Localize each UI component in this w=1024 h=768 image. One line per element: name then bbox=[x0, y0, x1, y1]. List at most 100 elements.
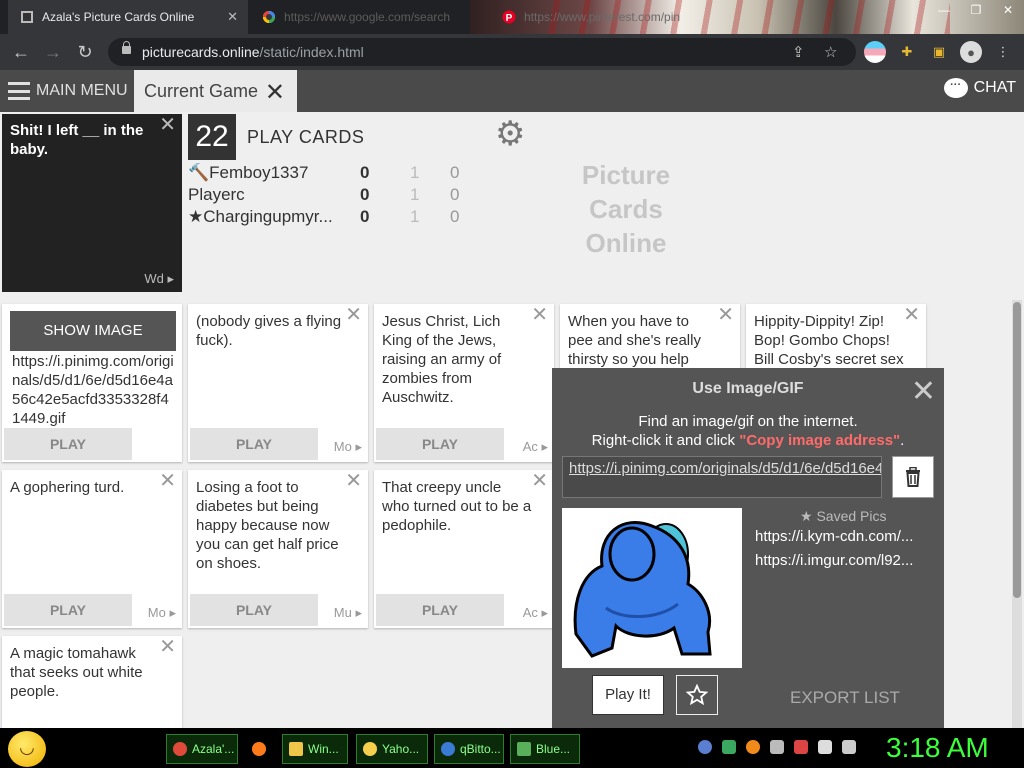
bookmark-star-icon[interactable]: ☆ bbox=[824, 43, 837, 61]
image-url-input[interactable]: https://i.pinimg.com/originals/d5/d1/6e/… bbox=[562, 456, 882, 498]
tray-search-icon[interactable] bbox=[746, 740, 760, 754]
play-it-button[interactable]: Play It! bbox=[592, 675, 664, 715]
taskbar-item[interactable]: Yaho... bbox=[356, 734, 428, 764]
show-image-button[interactable]: SHOW IMAGE bbox=[10, 311, 176, 351]
card-author[interactable]: Mo ▸ bbox=[148, 603, 176, 622]
page-scrollbar[interactable] bbox=[1012, 300, 1022, 728]
close-prompt-icon[interactable]: ✕ bbox=[159, 115, 176, 135]
extensions-puzzle-icon[interactable]: ✚ bbox=[896, 41, 918, 63]
answer-card[interactable]: Losing a foot to diabetes but being happ… bbox=[188, 470, 368, 628]
answer-card[interactable]: (nobody gives a flying fuck). ✕ PLAY Mo … bbox=[188, 304, 368, 462]
play-button[interactable]: PLAY bbox=[4, 428, 132, 460]
chat-label: CHAT bbox=[973, 79, 1016, 96]
play-button[interactable]: PLAY bbox=[376, 594, 504, 626]
answer-card[interactable]: Jesus Christ, Lich King of the Jews, rai… bbox=[374, 304, 554, 462]
answer-card[interactable]: A gophering turd. ✕ PLAY Mo ▸ bbox=[2, 470, 182, 628]
tray-volume-icon[interactable] bbox=[842, 740, 856, 754]
discard-card-icon[interactable]: ✕ bbox=[345, 305, 362, 325]
bluestacks-icon bbox=[517, 742, 531, 756]
svg-text:P: P bbox=[506, 13, 513, 24]
reload-icon[interactable]: ↻ bbox=[74, 41, 96, 63]
image-preview bbox=[562, 508, 742, 668]
taskbar-item[interactable]: Win... bbox=[282, 734, 348, 764]
discard-card-icon[interactable]: ✕ bbox=[159, 637, 176, 657]
close-modal-icon[interactable]: ✕ bbox=[911, 374, 936, 409]
star-outline-icon bbox=[686, 684, 708, 706]
minimize-icon[interactable]: — bbox=[928, 0, 960, 20]
card-text: A gophering turd. bbox=[10, 479, 125, 496]
extension-flag-icon[interactable] bbox=[864, 41, 886, 63]
prompt-card: Shit! I left __ in the baby. ✕ Wd ▸ bbox=[2, 114, 182, 292]
chat-button[interactable]: ··· CHAT bbox=[943, 78, 1016, 98]
card-author[interactable]: Mu ▸ bbox=[334, 603, 362, 622]
saved-pic-link[interactable]: https://i.imgur.com/l92... bbox=[755, 552, 935, 569]
play-button[interactable]: PLAY bbox=[4, 594, 132, 626]
current-tab-label: Current Game bbox=[144, 80, 259, 101]
saved-pic-link[interactable]: https://i.kym-cdn.com/... bbox=[755, 528, 935, 545]
cards-left-counter: 22 bbox=[188, 114, 236, 160]
browser-tab-strip: Azala's Picture Cards Online ✕ https://w… bbox=[0, 0, 1024, 34]
maximize-icon[interactable]: ❐ bbox=[960, 0, 992, 20]
yahoo-icon bbox=[363, 742, 377, 756]
tray-document-icon[interactable] bbox=[770, 740, 784, 754]
discard-card-icon[interactable]: ✕ bbox=[717, 305, 734, 325]
trash-icon[interactable] bbox=[892, 456, 934, 498]
taskbar-item[interactable] bbox=[246, 734, 276, 764]
save-star-button[interactable] bbox=[676, 675, 718, 715]
discard-card-icon[interactable]: ✕ bbox=[531, 471, 548, 491]
play-button[interactable]: PLAY bbox=[376, 428, 504, 460]
discard-card-icon[interactable]: ✕ bbox=[159, 471, 176, 491]
side-panel-icon[interactable]: ▣ bbox=[928, 41, 950, 63]
star-icon: ★ bbox=[188, 207, 204, 226]
answer-card[interactable]: That creepy uncle who turned out to be a… bbox=[374, 470, 554, 628]
export-list-button[interactable]: EXPORT LIST bbox=[790, 688, 900, 708]
answer-card-image[interactable]: SHOW IMAGE https://i.pinimg.com/original… bbox=[2, 304, 182, 462]
close-game-icon[interactable]: ✕ bbox=[265, 78, 285, 107]
card-author[interactable]: Ac ▸ bbox=[523, 437, 548, 456]
profile-avatar-icon[interactable]: ● bbox=[960, 41, 982, 63]
prompt-text: Shit! I left __ in the baby. bbox=[10, 122, 144, 158]
back-icon[interactable]: ← bbox=[10, 41, 32, 63]
tray-flag-icon[interactable] bbox=[794, 740, 808, 754]
player-stat: 0 bbox=[450, 185, 460, 204]
hamburger-icon bbox=[8, 82, 30, 100]
browser-tab-google[interactable]: https://www.google.com/search bbox=[250, 0, 450, 34]
player-stat: 0 bbox=[450, 207, 460, 226]
brand-logo: Picture Cards Online bbox=[581, 160, 671, 258]
discard-card-icon[interactable]: ✕ bbox=[531, 305, 548, 325]
browser-tab-pinterest[interactable]: P https://www.pinterest.com/pin bbox=[490, 0, 690, 34]
gavel-icon: 🔨 bbox=[188, 163, 210, 182]
share-icon[interactable]: ⇪ bbox=[792, 43, 805, 61]
browser-menu-icon[interactable]: ⋮ bbox=[992, 41, 1014, 63]
firefox-icon bbox=[252, 742, 266, 756]
start-button[interactable]: ◡ bbox=[8, 731, 46, 767]
taskbar-clock[interactable]: 3:18 AM bbox=[886, 732, 989, 764]
player-stat: 0 bbox=[450, 163, 460, 182]
main-menu-button[interactable]: MAIN MENU bbox=[0, 70, 132, 112]
tab-current-game[interactable]: Current Game ✕ bbox=[134, 70, 297, 112]
card-author[interactable]: Ac ▸ bbox=[523, 603, 548, 622]
tray-display-icon[interactable] bbox=[818, 740, 832, 754]
gear-icon[interactable]: ⚙ bbox=[495, 114, 525, 154]
taskbar-item[interactable]: Azala'... bbox=[166, 734, 238, 764]
folder-icon bbox=[289, 742, 303, 756]
tray-qbittorrent-icon[interactable] bbox=[698, 740, 712, 754]
browser-tab-active[interactable]: Azala's Picture Cards Online ✕ bbox=[8, 0, 248, 34]
address-bar[interactable]: picturecards.online/static/index.html ⇪ … bbox=[108, 38, 856, 66]
card-text: A magic tomahawk that seeks out white pe… bbox=[10, 645, 143, 700]
answer-card[interactable]: A magic tomahawk that seeks out white pe… bbox=[2, 636, 182, 728]
player-stat: 1 bbox=[410, 163, 420, 182]
tray-network-icon[interactable] bbox=[722, 740, 736, 754]
taskbar-item[interactable]: Blue... bbox=[510, 734, 580, 764]
discard-card-icon[interactable]: ✕ bbox=[345, 471, 362, 491]
play-button[interactable]: PLAY bbox=[190, 594, 318, 626]
close-window-icon[interactable]: ✕ bbox=[992, 0, 1024, 20]
card-author[interactable]: Mo ▸ bbox=[334, 437, 362, 456]
play-button[interactable]: PLAY bbox=[190, 428, 318, 460]
close-tab-icon[interactable]: ✕ bbox=[227, 9, 238, 25]
prompt-author[interactable]: Wd ▸ bbox=[144, 269, 174, 288]
discard-card-icon[interactable]: ✕ bbox=[903, 305, 920, 325]
forward-icon[interactable]: → bbox=[42, 41, 64, 63]
taskbar-item[interactable]: qBitto... bbox=[434, 734, 504, 764]
card-text: Hippity-Dippity! Zip! Bop! Gombo Chops! … bbox=[754, 313, 904, 368]
